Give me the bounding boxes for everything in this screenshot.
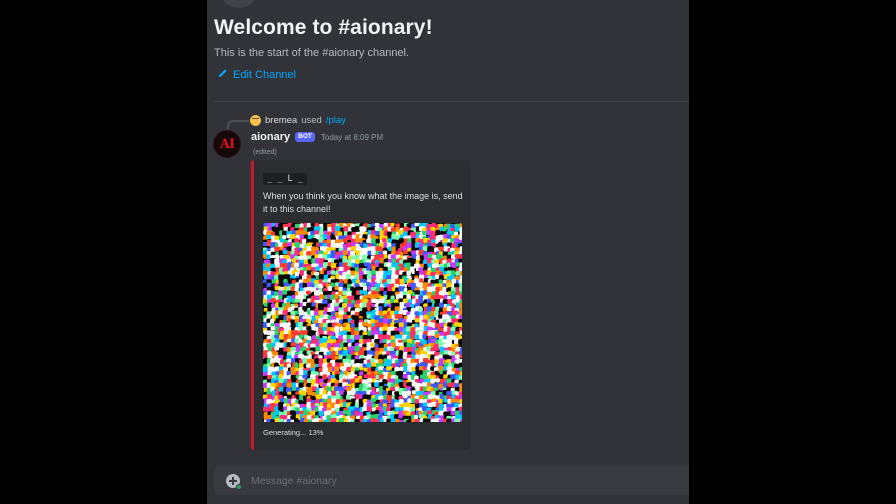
letterbox-right (689, 0, 896, 504)
message-composer (214, 466, 689, 495)
bot-tag: BOT (295, 132, 315, 142)
edited-label: (edited) (253, 149, 277, 156)
welcome-title: Welcome to #aionary! (214, 16, 433, 39)
embed: _ _ L _ When you think you know what the… (251, 160, 470, 450)
divider (214, 101, 689, 102)
command-reply[interactable]: bremea used /play (250, 115, 346, 126)
edit-channel-label: Edit Channel (233, 68, 296, 81)
add-attachment-icon[interactable] (226, 473, 242, 490)
word-hint: _ _ L _ (263, 173, 307, 185)
edit-channel-button[interactable]: Edit Channel (218, 68, 296, 81)
channel-icon (219, 0, 259, 8)
bot-avatar-text: AI (219, 136, 235, 152)
bot-avatar[interactable]: AI (213, 130, 241, 158)
reply-username[interactable]: bremea (265, 115, 297, 126)
embed-description: When you think you know what the image i… (263, 191, 463, 214)
letterbox-left (0, 0, 207, 504)
pencil-icon (218, 68, 228, 81)
reply-connector (227, 120, 249, 129)
chat-view: Welcome to #aionary! This is the start o… (207, 0, 689, 504)
author-name[interactable]: aionary (251, 131, 290, 143)
embed-footer: Generating... 13% (263, 428, 324, 437)
timestamp: Today at 8:09 PM (320, 132, 384, 142)
reply-command[interactable]: /play (326, 115, 346, 126)
noise-image[interactable] (263, 223, 462, 422)
message-header: aionary BOT Today at 8:09 PM (251, 131, 383, 143)
welcome-subtitle: This is the start of the #aionary channe… (214, 47, 410, 59)
message-input[interactable] (251, 474, 651, 487)
user-avatar-icon[interactable] (250, 115, 261, 126)
reply-used-text: used (301, 115, 322, 126)
